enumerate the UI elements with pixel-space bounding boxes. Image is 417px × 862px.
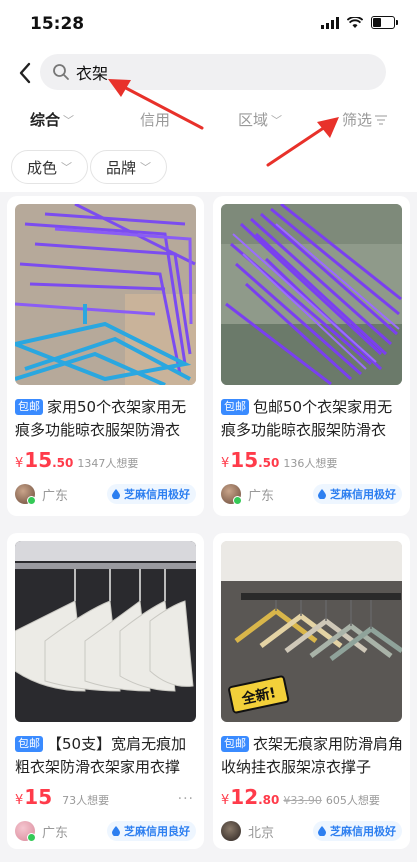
wants-count: 605人想要 <box>325 794 380 807</box>
seller-avatar[interactable] <box>221 821 241 841</box>
seller-location: 广东 <box>248 488 275 504</box>
status-icons <box>321 16 398 29</box>
chevron-down-icon: ﹀ <box>61 161 73 174</box>
price-row: ¥ 15 73人想要 <box>15 785 109 809</box>
currency-symbol: ¥ <box>221 793 230 808</box>
more-options-button[interactable]: ··· <box>178 791 194 807</box>
product-image <box>221 204 402 385</box>
chip-row: 成色 ﹀ 品牌 ﹀ <box>0 138 417 192</box>
chip-brand[interactable]: 品牌 ﹀ <box>90 150 168 184</box>
product-title: 包邮 【50支】宽肩无痕加粗衣架防滑衣架家用衣撑 <box>15 733 199 779</box>
price-row: ¥ 15 .50 1347人想要 <box>15 448 138 472</box>
chip-label: 品牌 <box>106 158 137 177</box>
price-integer: 15 <box>24 785 53 809</box>
product-card[interactable]: 包邮 【50支】宽肩无痕加粗衣架防滑衣架家用衣撑 ¥ 15 73人想要 ··· 广… <box>7 533 204 849</box>
credit-text: 芝麻信用良好 <box>124 825 190 838</box>
product-card[interactable]: 全新! 包邮 衣架无痕家用防滑肩角收纳挂衣服架凉衣撑子 ¥ 12 .80 ¥33.… <box>213 533 410 849</box>
search-header: 衣架 <box>0 46 417 100</box>
filter-advanced[interactable]: 筛选 <box>342 109 388 130</box>
price-integer: 15 <box>24 448 53 472</box>
search-input[interactable]: 衣架 <box>40 54 386 90</box>
filter-bar: 综合 ﹀ 信用 区域 ﹀ 筛选 <box>0 100 417 138</box>
back-button[interactable] <box>12 58 38 88</box>
seller-row: 广东 芝麻信用极好 <box>221 483 402 505</box>
credit-badge: 芝麻信用极好 <box>107 484 196 504</box>
filter-credit[interactable]: 信用 <box>140 109 170 130</box>
status-time: 15:28 <box>30 14 85 34</box>
sesame-credit-icon <box>317 826 327 836</box>
free-shipping-tag: 包邮 <box>15 736 43 752</box>
filter-label: 筛选 <box>342 111 373 129</box>
search-icon <box>52 63 70 81</box>
signal-icon <box>321 16 339 29</box>
search-query: 衣架 <box>76 64 109 83</box>
chip-condition[interactable]: 成色 ﹀ <box>11 150 89 184</box>
price-row: ¥ 12 .80 ¥33.90 605人想要 <box>221 785 380 809</box>
filter-region[interactable]: 区域 ﹀ <box>238 109 282 130</box>
product-card[interactable]: 包邮 包邮50个衣架家用无痕多功能晾衣服架防滑衣 ¥ 15 .50 136人想要 … <box>213 196 410 516</box>
free-shipping-tag: 包邮 <box>221 736 249 752</box>
currency-symbol: ¥ <box>15 456 24 471</box>
seller-row: 广东 芝麻信用良好 <box>15 820 196 842</box>
credit-text: 芝麻信用极好 <box>330 488 396 501</box>
sesame-credit-icon <box>111 489 121 499</box>
status-bar: 15:28 <box>0 0 417 46</box>
currency-symbol: ¥ <box>221 456 230 471</box>
product-title: 包邮 衣架无痕家用防滑肩角收纳挂衣服架凉衣撑子 <box>221 733 405 779</box>
product-image <box>15 204 196 385</box>
seller-location: 北京 <box>248 825 275 841</box>
credit-text: 芝麻信用极好 <box>330 825 396 838</box>
product-image: 全新! <box>221 541 402 722</box>
chevron-left-icon <box>19 62 31 84</box>
seller-row: 广东 芝麻信用极好 <box>15 483 196 505</box>
seller-avatar[interactable] <box>15 484 36 505</box>
wants-count: 73人想要 <box>62 794 110 807</box>
seller-location: 广东 <box>42 825 69 841</box>
online-indicator <box>27 833 36 842</box>
price-integer: 15 <box>230 448 259 472</box>
sesame-credit-icon <box>317 489 327 499</box>
wifi-icon <box>347 16 363 28</box>
price-decimal: .50 <box>258 456 280 470</box>
online-indicator <box>233 496 242 505</box>
price-decimal: .80 <box>258 793 280 807</box>
seller-location: 广东 <box>42 488 69 504</box>
chip-label: 成色 <box>27 158 58 177</box>
product-title: 包邮 家用50个衣架家用无痕多功能晾衣服架防滑衣 <box>15 396 199 442</box>
credit-text: 芝麻信用极好 <box>124 488 190 501</box>
sesame-credit-icon <box>111 826 121 836</box>
price-integer: 12 <box>230 785 259 809</box>
filter-label: 综合 <box>30 111 61 129</box>
wants-count: 136人想要 <box>283 457 338 470</box>
filter-sort-comprehensive[interactable]: 综合 ﹀ <box>30 109 74 130</box>
chevron-down-icon: ﹀ <box>63 113 75 127</box>
credit-badge: 芝麻信用极好 <box>313 821 402 841</box>
product-card[interactable]: 包邮 家用50个衣架家用无痕多功能晾衣服架防滑衣 ¥ 15 .50 1347人想要… <box>7 196 204 516</box>
filter-label: 信用 <box>140 111 171 129</box>
filter-icon <box>375 114 388 125</box>
chevron-down-icon: ﹀ <box>271 113 283 127</box>
free-shipping-tag: 包邮 <box>221 399 249 415</box>
product-image <box>15 541 196 722</box>
seller-avatar[interactable] <box>221 484 242 505</box>
chevron-down-icon: ﹀ <box>140 161 152 174</box>
credit-badge: 芝麻信用极好 <box>313 484 402 504</box>
price-decimal: .50 <box>52 456 74 470</box>
credit-badge: 芝麻信用良好 <box>107 821 196 841</box>
seller-avatar[interactable] <box>15 821 36 842</box>
product-title: 包邮 包邮50个衣架家用无痕多功能晾衣服架防滑衣 <box>221 396 405 442</box>
online-indicator <box>27 496 36 505</box>
filter-label: 区域 <box>238 111 269 129</box>
original-price: ¥33.90 <box>283 794 322 807</box>
battery-icon <box>371 16 398 29</box>
wants-count: 1347人想要 <box>77 457 139 470</box>
price-row: ¥ 15 .50 136人想要 <box>221 448 337 472</box>
currency-symbol: ¥ <box>15 793 24 808</box>
seller-row: 北京 芝麻信用极好 <box>221 820 402 842</box>
free-shipping-tag: 包邮 <box>15 399 43 415</box>
